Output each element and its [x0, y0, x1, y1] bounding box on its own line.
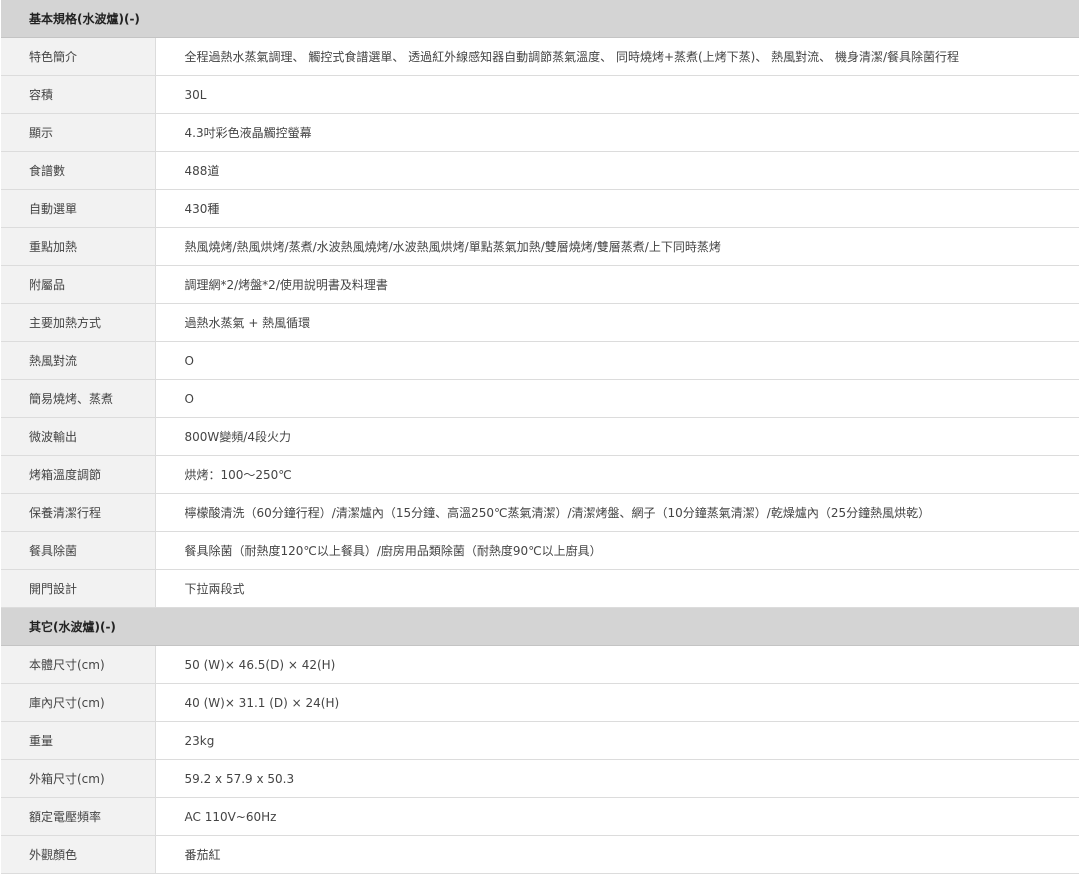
spec-label: 顯示 [1, 113, 156, 152]
spec-value: 800W變頻/4段火力 [155, 417, 1079, 456]
spec-label: 自動選單 [1, 189, 156, 228]
spec-label: 食譜數 [1, 151, 156, 190]
spec-value: 488道 [155, 151, 1079, 190]
spec-row: 簡易燒烤、蒸煮 O [1, 379, 1079, 418]
spec-label: 容積 [1, 75, 156, 114]
spec-value: O [155, 379, 1079, 418]
spec-label: 熱風對流 [1, 341, 156, 380]
spec-label: 簡易燒烤、蒸煮 [1, 379, 156, 418]
spec-row: 外觀顏色 番茄紅 [1, 835, 1079, 874]
spec-value: 全程過熱水蒸氣調理、 觸控式食譜選單、 透過紅外線感知器自動調節蒸氣溫度、 同時… [155, 37, 1079, 76]
spec-label: 特色簡介 [1, 37, 156, 76]
spec-value: 調理網*2/烤盤*2/使用說明書及料理書 [155, 265, 1079, 304]
spec-row: 烤箱溫度調節 烘烤：100～250℃ [1, 455, 1079, 494]
spec-row: 容積 30L [1, 75, 1079, 114]
spec-value: 檸檬酸清洗（60分鐘行程）/清潔爐內（15分鐘、高溫250℃蒸氣清潔）/清潔烤盤… [155, 493, 1079, 532]
spec-label: 主要加熱方式 [1, 303, 156, 342]
spec-label: 本體尺寸(cm) [1, 645, 156, 684]
spec-label: 附屬品 [1, 265, 156, 304]
spec-row: 庫內尺寸(cm) 40 (W)× 31.1 (D) × 24(H) [1, 683, 1079, 722]
section-title: 其它(水波爐)(-) [1, 607, 1079, 646]
spec-label: 微波輸出 [1, 417, 156, 456]
spec-row: 食譜數 488道 [1, 151, 1079, 190]
spec-value: 40 (W)× 31.1 (D) × 24(H) [155, 683, 1079, 722]
spec-value: 23kg [155, 721, 1079, 760]
spec-value: 烘烤：100～250℃ [155, 455, 1079, 494]
spec-label: 額定電壓頻率 [1, 797, 156, 836]
spec-label: 開門設計 [1, 569, 156, 608]
section-title: 基本規格(水波爐)(-) [1, 0, 1079, 38]
spec-value: O [155, 341, 1079, 380]
spec-row: 重量 23kg [1, 721, 1079, 760]
spec-row: 主要加熱方式 過熱水蒸氣 + 熱風循環 [1, 303, 1079, 342]
spec-label: 烤箱溫度調節 [1, 455, 156, 494]
spec-value: 番茄紅 [155, 835, 1079, 874]
spec-row: 開門設計 下拉兩段式 [1, 569, 1079, 608]
spec-value: 430種 [155, 189, 1079, 228]
spec-value: 50 (W)× 46.5(D) × 42(H) [155, 645, 1079, 684]
spec-row: 重點加熱 熱風燒烤/熱風烘烤/蒸煮/水波熱風燒烤/水波熱風烘烤/單點蒸氣加熱/雙層… [1, 227, 1079, 266]
spec-row: 額定電壓頻率 AC 110V~60Hz [1, 797, 1079, 836]
section-header-other: 其它(水波爐)(-) [1, 607, 1079, 646]
spec-row: 自動選單 430種 [1, 189, 1079, 228]
spec-row: 外箱尺寸(cm) 59.2 x 57.9 x 50.3 [1, 759, 1079, 798]
spec-value: 30L [155, 75, 1079, 114]
spec-value: 餐具除菌（耐熱度120℃以上餐具）/廚房用品類除菌（耐熱度90℃以上廚具） [155, 531, 1079, 570]
spec-value: 4.3吋彩色液晶觸控螢幕 [155, 113, 1079, 152]
spec-table: 基本規格(水波爐)(-) 特色簡介 全程過熱水蒸氣調理、 觸控式食譜選單、 透過紅… [1, 0, 1079, 874]
spec-row: 餐具除菌 餐具除菌（耐熱度120℃以上餐具）/廚房用品類除菌（耐熱度90℃以上廚具… [1, 531, 1079, 570]
spec-label: 保養清潔行程 [1, 493, 156, 532]
spec-label: 庫內尺寸(cm) [1, 683, 156, 722]
spec-label: 外觀顏色 [1, 835, 156, 874]
spec-value: 過熱水蒸氣 + 熱風循環 [155, 303, 1079, 342]
spec-label: 外箱尺寸(cm) [1, 759, 156, 798]
spec-value: 下拉兩段式 [155, 569, 1079, 608]
spec-row: 本體尺寸(cm) 50 (W)× 46.5(D) × 42(H) [1, 645, 1079, 684]
spec-value: AC 110V~60Hz [155, 797, 1079, 836]
spec-row: 熱風對流 O [1, 341, 1079, 380]
spec-label: 餐具除菌 [1, 531, 156, 570]
spec-row: 附屬品 調理網*2/烤盤*2/使用說明書及料理書 [1, 265, 1079, 304]
spec-label: 重量 [1, 721, 156, 760]
spec-value: 59.2 x 57.9 x 50.3 [155, 759, 1079, 798]
spec-label: 重點加熱 [1, 227, 156, 266]
section-header-basic: 基本規格(水波爐)(-) [1, 0, 1079, 38]
spec-row: 微波輸出 800W變頻/4段火力 [1, 417, 1079, 456]
spec-value: 熱風燒烤/熱風烘烤/蒸煮/水波熱風燒烤/水波熱風烘烤/單點蒸氣加熱/雙層燒烤/雙… [155, 227, 1079, 266]
spec-row: 顯示 4.3吋彩色液晶觸控螢幕 [1, 113, 1079, 152]
spec-row: 保養清潔行程 檸檬酸清洗（60分鐘行程）/清潔爐內（15分鐘、高溫250℃蒸氣清潔… [1, 493, 1079, 532]
spec-row: 特色簡介 全程過熱水蒸氣調理、 觸控式食譜選單、 透過紅外線感知器自動調節蒸氣溫度… [1, 37, 1079, 76]
